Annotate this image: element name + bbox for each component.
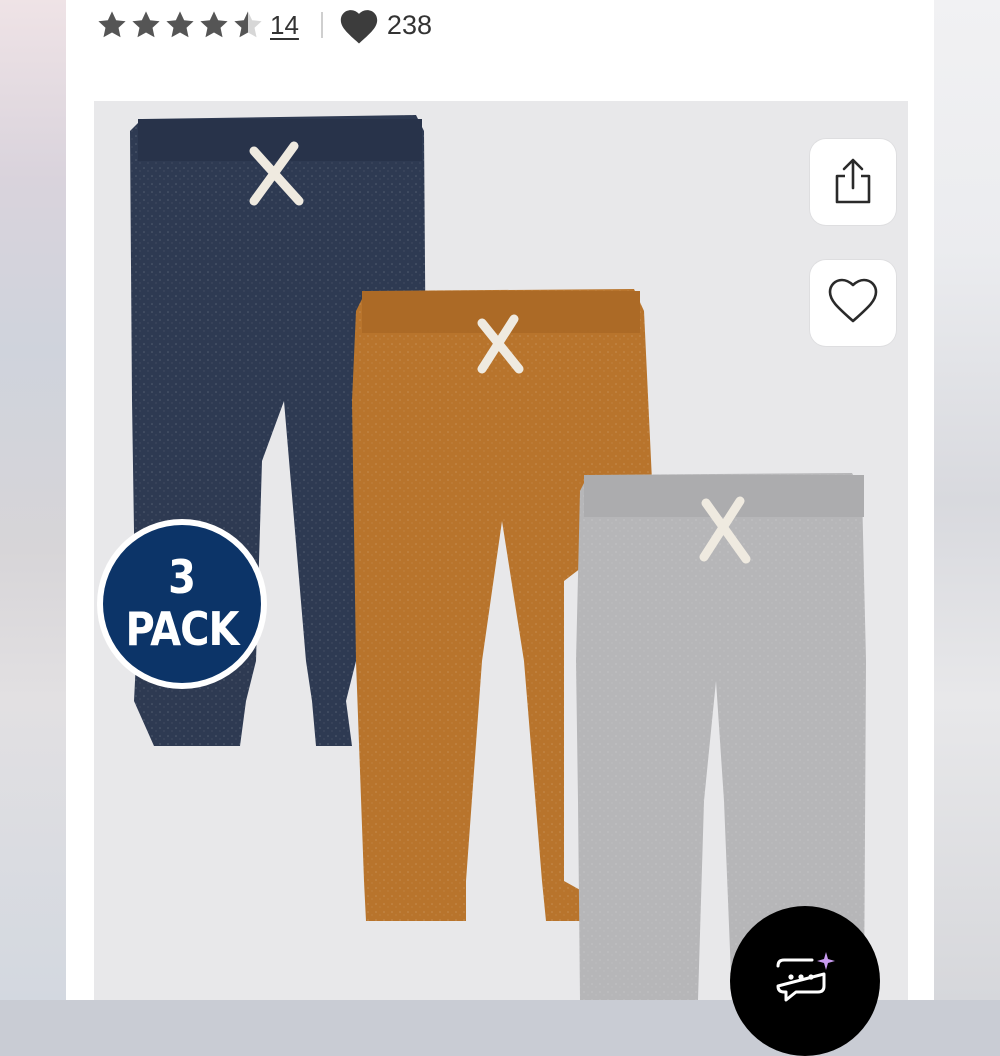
- favorite-button[interactable]: [810, 260, 896, 346]
- share-button[interactable]: [810, 139, 896, 225]
- pack-label: PACK: [125, 603, 240, 657]
- chat-sparkle-icon: [776, 952, 835, 1002]
- heart-outline-icon: [828, 278, 878, 323]
- like-count: 238: [386, 9, 432, 40]
- pack-badge: 3 PACK: [97, 519, 267, 689]
- star-half-icon: [234, 11, 262, 38]
- star-icon: [98, 11, 126, 38]
- divider: [320, 12, 323, 38]
- star-icon: [132, 11, 160, 38]
- left-backdrop: [0, 0, 66, 1000]
- chat-button[interactable]: [730, 906, 880, 1056]
- star-icon: [166, 11, 194, 38]
- pack-badge-circle: 3 PACK: [103, 525, 261, 683]
- star-rating: [96, 9, 264, 41]
- star-icon: [200, 11, 228, 38]
- right-backdrop: [934, 0, 1000, 1000]
- rating-row: 14 238: [96, 4, 432, 46]
- review-count-link[interactable]: 14: [270, 10, 299, 41]
- share-icon: [835, 158, 871, 204]
- pack-count: 3: [168, 551, 196, 605]
- heart-icon[interactable]: [337, 5, 381, 45]
